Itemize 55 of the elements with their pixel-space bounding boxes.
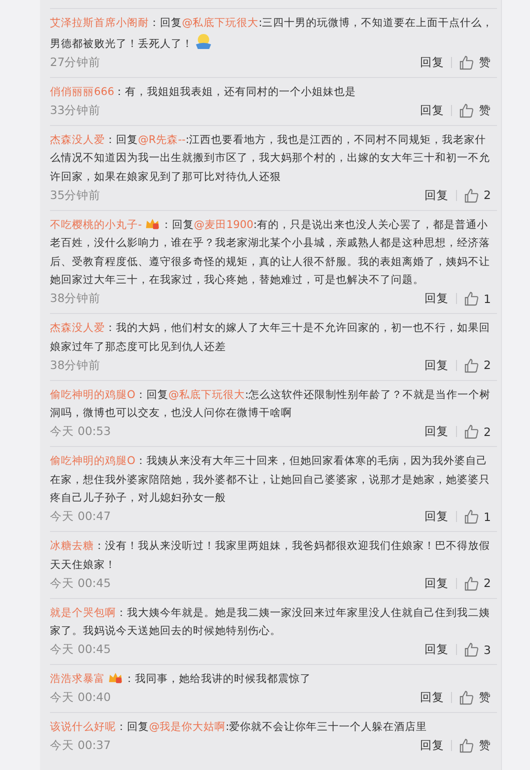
like-button[interactable]: 2 — [464, 188, 491, 203]
thumbs-up-icon — [464, 576, 479, 591]
comment-text: 冰糖去糖：没有！我从来没听过！我家里两姐妹，我爸妈都很欢迎我们住娘家！巴不得放假天天住娘家！ — [50, 539, 491, 572]
timestamp: 33分钟前 — [50, 102, 101, 118]
thumbs-up-icon — [464, 358, 479, 373]
like-button[interactable]: 赞 — [459, 738, 491, 754]
comment-text: 杰森没人爱：回复@R先森--:江西也要看地方，我也是江西的，不同村不同规矩，我老家什么情况不知道因为我一出生就搬到市区了，我大妈那个村的，出嫁的女大年三十和初一不允许回家，如果在娘家见到了那可比对待仇人还狠 — [50, 132, 491, 184]
comment-text: 浩浩求暴富 ：我同事，她给我讲的时候我都震惊了 — [50, 670, 312, 687]
reply-link[interactable]: 回复 — [424, 576, 449, 591]
timestamp: 今天 00:47 — [50, 509, 111, 524]
thumbs-up-icon — [464, 509, 479, 524]
thumbs-up-icon — [464, 424, 479, 440]
reply-link[interactable]: 回复 — [420, 102, 444, 118]
like-button[interactable]: 赞 — [459, 690, 491, 706]
timestamp: 今天 00:45 — [50, 642, 111, 658]
reply-link[interactable]: 回复 — [420, 738, 444, 754]
timestamp: 今天 00:45 — [50, 576, 111, 591]
timestamp: 今天 00:37 — [50, 738, 111, 754]
reply-link[interactable]: 回复 — [420, 690, 444, 706]
thumbs-up-icon — [459, 690, 474, 706]
comment-text: 偷吃神明的鸡腿O：我姨从来没有大年三十回来，但她回家看体寒的毛病，因为我外婆自己在家，想住我外婆家陪陪她，我外婆都不让，让她回自己婆婆家，说那才是她家，她婆婆只疼自己儿子孙子，对儿媳妇孙女一般 — [50, 454, 491, 506]
reply-link[interactable]: 回复 — [424, 291, 449, 306]
like-button[interactable]: 赞 — [459, 102, 491, 118]
like-button[interactable]: 赞 — [459, 54, 491, 70]
comment-text: 该说什么好呢：回复@我是你大姑啊:爱你就不会让你年三十一个人躲在酒店里 — [50, 720, 428, 735]
thumbs-up-icon — [464, 642, 479, 658]
like-button[interactable]: 2 — [464, 358, 491, 373]
like-button[interactable]: 3 — [464, 642, 491, 658]
thumbs-up-icon — [459, 54, 474, 70]
comment-text: 艾泽拉斯首席小阁耐：回复@私底下玩很大:三四十男的玩微博，不知道要在上面干点什么，男德都被败光了！丢死人了！ — [50, 16, 494, 52]
reply-link[interactable]: 回复 — [424, 358, 449, 373]
reply-link[interactable]: 回复 — [420, 54, 444, 70]
reply-link[interactable]: 回复 — [424, 642, 449, 658]
comment-text: 杰森没人爱：我的大妈，他们村女的嫁人了大年三十是不允许回家的，初一也不行，如果回娘家过年了那态度可比见到仇人还差 — [50, 321, 491, 354]
timestamp: 今天 00:53 — [50, 424, 111, 440]
comment-text: 偷吃神明的鸡腿O：回复@私底下玩很大:怎么这软件还限制性别年龄了？不就是当作一个树洞吗，微博也可以交友，也没人问你在微博干啥啊 — [50, 388, 492, 421]
timestamp: 35分钟前 — [50, 188, 101, 203]
timestamp: 38分钟前 — [50, 358, 101, 373]
thumbs-up-icon — [459, 738, 474, 754]
timestamp: 38分钟前 — [50, 291, 101, 306]
timestamp: 27分钟前 — [50, 54, 101, 70]
like-button[interactable]: 2 — [464, 576, 491, 591]
like-button[interactable]: 1 — [464, 291, 491, 306]
reply-link[interactable]: 回复 — [424, 509, 449, 524]
reply-link[interactable]: 回复 — [424, 424, 449, 440]
comment-text: 不吃樱桃的小丸子- ：回复@麦田1900:有的，只是说出来也没人关心罢了，都是普通小老百姓，没什么影响力，谁在乎？我老家湖北某个小县城，亲戚熟人都是这种思想，经济落后、受教育程度低、遵守很多奇怪的规矩，真的让人很不舒服。我的表姐离婚了，姨妈不让她回家过大年三十，在我家过，我心疼她，替她难过，可是也解决不了问题。 — [50, 216, 491, 288]
like-button[interactable]: 2 — [464, 424, 491, 440]
comment-text: 就是个哭包啊：我大姨今年就是。她是我二姨一家没回来过年家里没人住就自己住到我二姨家了。我妈说今天送她回去的时候她特别伤心。 — [50, 606, 491, 639]
thumbs-up-icon — [464, 188, 479, 203]
timestamp: 今天 00:40 — [50, 690, 111, 706]
thumbs-up-icon — [464, 291, 479, 306]
like-button[interactable]: 1 — [464, 509, 491, 524]
thumbs-up-icon — [459, 102, 474, 118]
comment-text: 俏俏丽丽666：有，我姐姐我表姐，还有同村的一个小姐妹也是 — [50, 84, 358, 100]
reply-link[interactable]: 回复 — [424, 188, 449, 203]
